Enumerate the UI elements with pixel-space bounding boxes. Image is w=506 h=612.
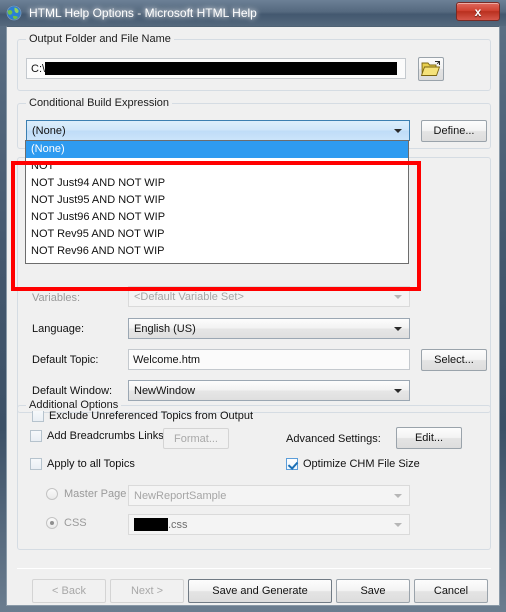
variables-combo: <Default Variable Set> (128, 286, 410, 307)
css-suffix: .css (168, 518, 188, 531)
master-page-label: Master Page (64, 488, 127, 500)
add-breadcrumbs-checkbox[interactable]: Add Breadcrumbs Links (30, 430, 164, 442)
chevron-down-icon (394, 326, 402, 331)
master-page-value: NewReportSample (134, 489, 227, 502)
default-topic-label: Default Topic: (32, 354, 99, 366)
dialog-window: HTML Help Options - Microsoft HTML Help … (0, 0, 506, 612)
conditional-expression-combo[interactable]: (None) (26, 120, 410, 141)
dropdown-option[interactable]: NOT Just95 AND NOT WIP (26, 192, 408, 209)
additional-options-group: Additional Options Add Breadcrumbs Links… (17, 399, 491, 550)
select-topic-button[interactable]: Select... (421, 349, 487, 371)
radio-circle (46, 517, 58, 529)
checkbox-box (30, 458, 42, 470)
chevron-down-icon (394, 294, 402, 299)
browse-folder-button[interactable] (418, 57, 444, 81)
dropdown-option[interactable]: NOT Just94 AND NOT WIP (26, 175, 408, 192)
css-filename-redaction (134, 518, 168, 531)
apply-to-all-topics-checkbox[interactable]: Apply to all Topics (30, 458, 135, 470)
title-bar: HTML Help Options - Microsoft HTML Help … (0, 0, 506, 26)
apply-to-all-topics-label: Apply to all Topics (47, 458, 135, 470)
dropdown-option[interactable]: NOT Rev95 AND NOT WIP (26, 226, 408, 243)
define-button[interactable]: Define... (421, 120, 487, 142)
next-button: Next > (110, 579, 184, 603)
additional-options-legend: Additional Options (26, 399, 122, 411)
output-path-redaction (45, 62, 398, 75)
radio-circle (46, 488, 58, 500)
footer-divider (17, 568, 491, 569)
conditional-expression-dropdown-list[interactable]: (None) NOT NOT Just94 AND NOT WIP NOT Ju… (25, 140, 409, 264)
css-combo: .css (128, 514, 410, 535)
add-breadcrumbs-label: Add Breadcrumbs Links (47, 430, 164, 442)
default-window-combo[interactable]: NewWindow (128, 380, 410, 401)
save-button[interactable]: Save (336, 579, 410, 603)
open-folder-icon (420, 61, 441, 76)
variables-label: Variables: (32, 292, 81, 304)
dropdown-option[interactable]: NOT Rev96 AND NOT WIP (26, 243, 408, 260)
dropdown-option[interactable]: (None) (26, 141, 408, 158)
output-path-prefix: C:\ (31, 62, 46, 75)
checkbox-box (286, 458, 298, 470)
chevron-down-icon (394, 493, 402, 498)
optimize-chm-checkbox[interactable]: Optimize CHM File Size (286, 458, 420, 470)
dropdown-option[interactable]: NOT Just96 AND NOT WIP (26, 209, 408, 226)
default-window-label: Default Window: (32, 385, 113, 397)
output-folder-legend: Output Folder and File Name (26, 33, 174, 45)
language-label: Language: (32, 323, 84, 335)
chevron-down-icon (394, 522, 402, 527)
default-topic-input[interactable]: Welcome.htm (128, 349, 410, 370)
conditional-build-legend: Conditional Build Expression (26, 97, 173, 109)
save-and-generate-button[interactable]: Save and Generate (188, 579, 332, 603)
dropdown-option[interactable]: NOT (26, 158, 408, 175)
master-page-radio: Master Page (46, 488, 126, 500)
dialog-client-area: Output Folder and File Name C:\ Conditio… (6, 26, 500, 606)
chevron-down-icon (394, 388, 402, 393)
language-combo[interactable]: English (US) (128, 318, 410, 339)
default-window-value: NewWindow (134, 384, 196, 397)
output-folder-group: Output Folder and File Name C:\ (17, 33, 491, 91)
advanced-settings-label: Advanced Settings: (286, 433, 381, 445)
output-path-input[interactable]: C:\ (26, 58, 406, 79)
close-button[interactable]: x (456, 2, 500, 21)
edit-advanced-button[interactable]: Edit... (396, 427, 462, 449)
window-title: HTML Help Options - Microsoft HTML Help (29, 6, 257, 20)
optimize-chm-label: Optimize CHM File Size (303, 458, 420, 470)
globe-icon (6, 5, 22, 21)
master-page-combo: NewReportSample (128, 485, 410, 506)
language-value: English (US) (134, 322, 196, 335)
css-label: CSS (64, 517, 87, 529)
variables-value: <Default Variable Set> (134, 290, 244, 303)
back-button: < Back (32, 579, 106, 603)
conditional-expression-value: (None) (32, 124, 66, 137)
format-button: Format... (163, 428, 229, 449)
cancel-button[interactable]: Cancel (414, 579, 488, 603)
checkbox-box (30, 430, 42, 442)
css-radio: CSS (46, 517, 87, 529)
chevron-down-icon (394, 128, 402, 133)
